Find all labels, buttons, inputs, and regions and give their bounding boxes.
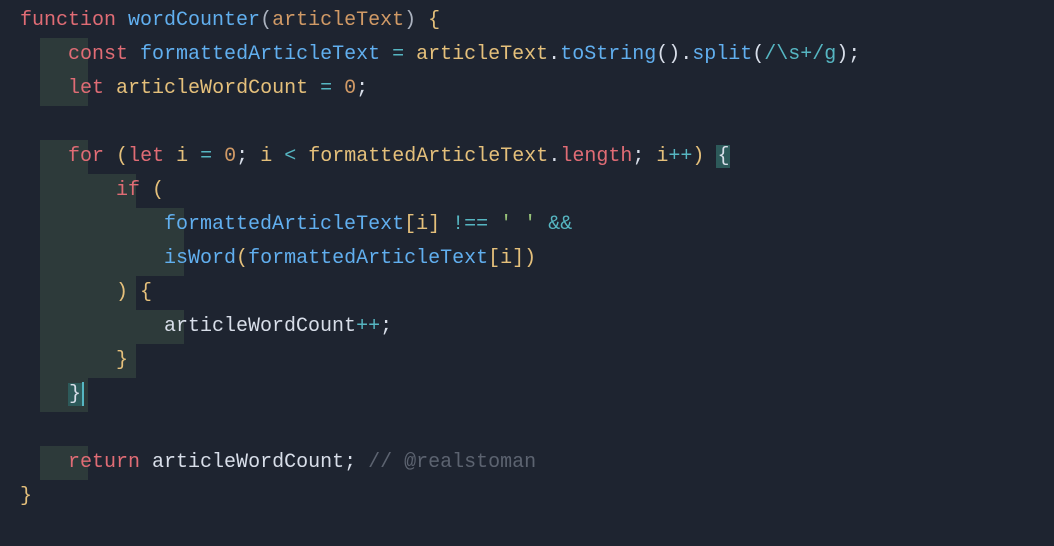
function-name: wordCounter (128, 9, 260, 32)
text-cursor (82, 382, 84, 406)
method-split: split (692, 43, 752, 66)
paren-close: ) (404, 9, 416, 32)
code-line-2[interactable]: const formattedArticleText = articleText… (20, 38, 1054, 72)
code-line-9[interactable]: ) { (20, 276, 1054, 310)
bracket-close: ] (512, 247, 524, 270)
dot: . (548, 145, 560, 168)
paren-open: ( (752, 43, 764, 66)
var-articleWordCount: articleWordCount (116, 77, 308, 100)
code-editor[interactable]: function wordCounter(articleText) { cons… (0, 4, 1054, 514)
operator-and: && (548, 213, 572, 236)
function-isWord: isWord (164, 247, 236, 270)
brace-open: { (140, 281, 152, 304)
keyword-return: return (68, 451, 140, 474)
code-line-10[interactable]: articleWordCount++; (20, 310, 1054, 344)
ident-formattedArticleText: formattedArticleText (308, 145, 548, 168)
semicolon: ; (848, 43, 860, 66)
keyword-let: let (68, 77, 104, 100)
ident-articleText: articleText (416, 43, 548, 66)
semicolon: ; (632, 145, 644, 168)
code-line-3[interactable]: let articleWordCount = 0; (20, 72, 1054, 106)
semicolon: ; (380, 315, 392, 338)
param-articleText: articleText (272, 9, 404, 32)
code-line-6[interactable]: if ( (20, 174, 1054, 208)
paren-open: ( (260, 9, 272, 32)
keyword-function: function (20, 9, 116, 32)
brace-open-matched: { (716, 145, 730, 168)
paren-open: ( (152, 179, 164, 202)
brace-close: } (116, 349, 128, 372)
ident-i: i (176, 145, 188, 168)
ident-formattedArticleText: formattedArticleText (248, 247, 488, 270)
bracket-open: [ (488, 247, 500, 270)
bracket-open: [ (404, 213, 416, 236)
brace-open: { (428, 9, 440, 32)
paren-open: ( (236, 247, 248, 270)
ident-articleWordCount: articleWordCount (152, 451, 344, 474)
keyword-let: let (128, 145, 164, 168)
dot: . (680, 43, 692, 66)
operator-lt: < (284, 145, 296, 168)
code-line-4[interactable] (20, 106, 1054, 140)
comment: // @realstoman (368, 451, 536, 474)
code-line-13[interactable] (20, 412, 1054, 446)
operator-assign: = (320, 77, 332, 100)
paren-open: ( (116, 145, 128, 168)
parens: () (656, 43, 680, 66)
ident-i: i (500, 247, 512, 270)
semicolon: ; (344, 451, 356, 474)
ident-i: i (416, 213, 428, 236)
brace-close: } (20, 485, 32, 508)
brace-close-cursor: } (68, 383, 82, 406)
paren-close: ) (692, 145, 704, 168)
regex-literal: /\s+/g (764, 43, 836, 66)
bracket-close: ] (428, 213, 440, 236)
var-formattedArticleText: formattedArticleText (140, 43, 380, 66)
number-zero: 0 (224, 145, 236, 168)
ident-i: i (656, 145, 668, 168)
property-length: length (560, 145, 632, 168)
dot: . (548, 43, 560, 66)
operator-neq: !== (452, 213, 488, 236)
keyword-for: for (68, 145, 104, 168)
paren-close: ) (116, 281, 128, 304)
operator-assign: = (392, 43, 404, 66)
operator-assign: = (200, 145, 212, 168)
keyword-if: if (116, 179, 140, 202)
code-line-12[interactable]: } (20, 378, 1054, 412)
keyword-const: const (68, 43, 128, 66)
ident-articleWordCount: articleWordCount (164, 315, 356, 338)
semicolon: ; (356, 77, 368, 100)
number-zero: 0 (344, 77, 356, 100)
string-space: ' ' (500, 213, 536, 236)
code-line-1[interactable]: function wordCounter(articleText) { (20, 4, 1054, 38)
ident-formattedArticleText: formattedArticleText (164, 213, 404, 236)
code-line-15[interactable]: } (20, 480, 1054, 514)
operator-increment: ++ (668, 145, 692, 168)
code-line-8[interactable]: isWord(formattedArticleText[i]) (20, 242, 1054, 276)
code-line-7[interactable]: formattedArticleText[i] !== ' ' && (20, 208, 1054, 242)
ident-i: i (260, 145, 272, 168)
code-line-5[interactable]: for (let i = 0; i < formattedArticleText… (20, 140, 1054, 174)
paren-close: ) (524, 247, 536, 270)
method-toString: toString (560, 43, 656, 66)
code-line-14[interactable]: return articleWordCount; // @realstoman (20, 446, 1054, 480)
code-line-11[interactable]: } (20, 344, 1054, 378)
paren-close: ) (836, 43, 848, 66)
operator-increment: ++ (356, 315, 380, 338)
semicolon: ; (236, 145, 248, 168)
